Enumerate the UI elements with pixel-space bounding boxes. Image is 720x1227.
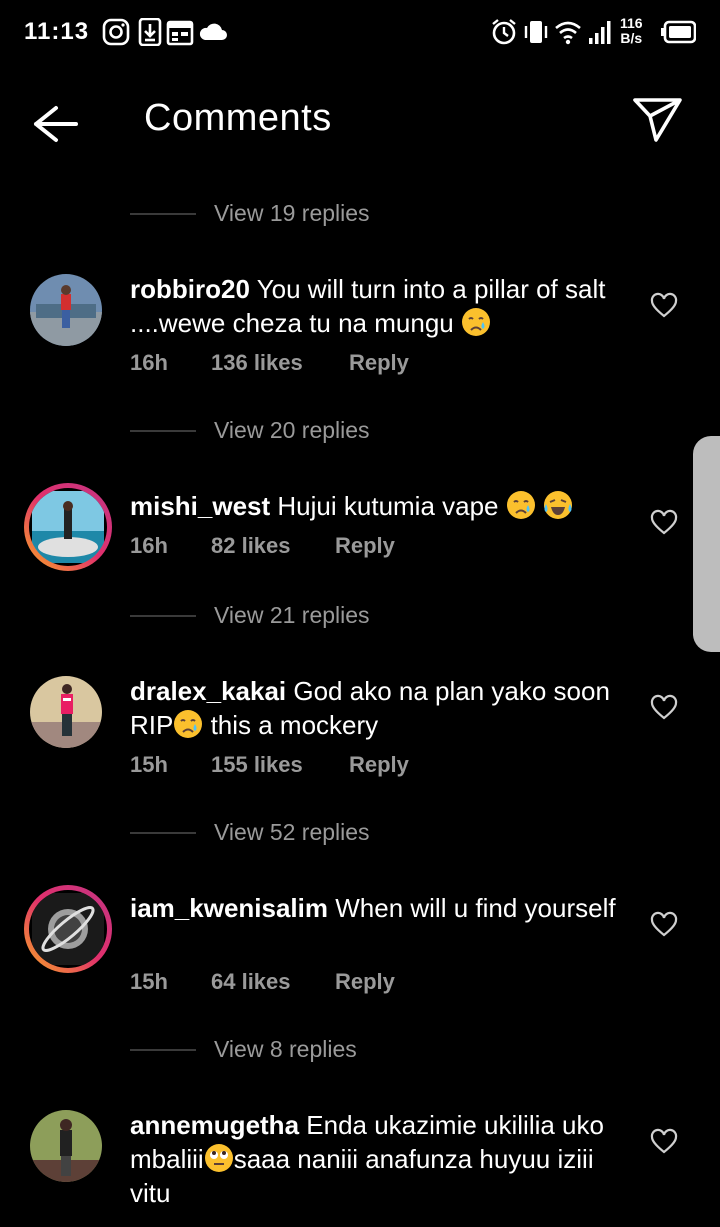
avatar-story-ring[interactable]	[24, 483, 112, 571]
comment-time: 16h	[130, 350, 168, 375]
comment-likes[interactable]: 64 likes	[211, 969, 291, 995]
network-speed-value: 116	[620, 15, 643, 31]
divider-line	[130, 832, 196, 834]
network-speed: 116 B/s	[620, 16, 643, 46]
send-icon[interactable]	[630, 94, 686, 146]
avatar[interactable]	[30, 274, 106, 350]
comment-text: mishi_west Hujui kutumia vape	[130, 489, 630, 523]
comment-username[interactable]: iam_kwenisalim	[130, 893, 328, 923]
view-replies-label: View 8 replies	[214, 1036, 357, 1062]
comment-body-continued: this a mockery	[203, 710, 379, 740]
status-time: 11:13	[24, 18, 90, 45]
crying-face-emoji	[461, 308, 490, 336]
comment-text: iam_kwenisalim When will u find yourself	[130, 891, 630, 925]
comment-text: dralex_kakai God ako na plan yako soon R…	[130, 674, 630, 742]
page-title: Comments	[144, 97, 332, 139]
view-replies-button[interactable]: View 21 replies	[130, 596, 550, 636]
view-replies-label: View 52 replies	[214, 819, 370, 845]
divider-line	[130, 430, 196, 432]
avatar-image	[29, 488, 107, 566]
scroll-handle[interactable]	[693, 436, 720, 652]
comment-username[interactable]: dralex_kakai	[130, 676, 286, 706]
vibrate-icon	[524, 21, 548, 43]
comment-likes[interactable]: 82 likes	[211, 533, 291, 559]
heart-icon[interactable]	[650, 509, 678, 537]
wifi-icon	[555, 21, 581, 45]
signal-icon	[589, 21, 611, 44]
calendar-icon	[166, 20, 194, 46]
comment-username[interactable]: robbiro20	[130, 274, 250, 304]
divider-line	[130, 1049, 196, 1051]
heart-icon[interactable]	[650, 911, 678, 939]
comment-username[interactable]: mishi_west	[130, 491, 270, 521]
avatar-image	[30, 1110, 102, 1182]
avatar-image	[30, 676, 102, 748]
alarm-icon	[492, 19, 516, 45]
crying-face-emoji	[174, 710, 203, 738]
heart-icon[interactable]	[650, 694, 678, 722]
comment-text: robbiro20 You will turn into a pillar of…	[130, 272, 630, 340]
divider-line	[130, 615, 196, 617]
avatar-image	[29, 890, 107, 968]
comment-time: 15h	[130, 752, 168, 777]
reply-button[interactable]: Reply	[349, 752, 409, 778]
view-replies-label: View 21 replies	[214, 602, 370, 628]
back-arrow-icon[interactable]	[26, 100, 82, 148]
view-replies-button[interactable]: View 8 replies	[130, 1030, 550, 1070]
crying-face-emoji	[506, 491, 535, 519]
avatar-image	[30, 274, 102, 346]
reply-button[interactable]: Reply	[335, 969, 395, 995]
eye-roll-face-emoji	[204, 1144, 233, 1172]
header: Comments	[0, 70, 720, 170]
status-bar: 11:13 116 B/s	[0, 0, 720, 64]
comment-time: 15h	[130, 969, 168, 994]
comment-likes[interactable]: 136 likes	[211, 350, 303, 376]
heart-icon[interactable]	[650, 1128, 678, 1156]
download-icon	[138, 18, 162, 46]
reply-button[interactable]: Reply	[335, 533, 395, 559]
comment-body: When will u find yourself	[335, 893, 616, 923]
battery-icon	[661, 20, 696, 44]
avatar[interactable]	[30, 1110, 106, 1186]
avatar[interactable]	[30, 676, 106, 752]
laughing-crying-face-emoji	[544, 491, 572, 519]
divider-line	[130, 213, 196, 215]
heart-icon[interactable]	[650, 292, 678, 320]
view-replies-button[interactable]: View 52 replies	[130, 813, 550, 853]
view-replies-label: View 19 replies	[214, 200, 370, 226]
comment-username[interactable]: annemugetha	[130, 1110, 299, 1140]
comment-text: annemugetha Enda ukazimie ukililia uko m…	[130, 1108, 630, 1210]
avatar-story-ring[interactable]	[24, 885, 112, 973]
view-replies-label: View 20 replies	[214, 417, 370, 443]
reply-button[interactable]: Reply	[349, 350, 409, 376]
comment-time: 16h	[130, 533, 168, 558]
comment-body: Hujui kutumia vape	[277, 491, 499, 521]
comment-likes[interactable]: 155 likes	[211, 752, 303, 778]
network-speed-unit: B/s	[620, 30, 643, 46]
view-replies-button[interactable]: View 19 replies	[130, 194, 550, 234]
view-replies-button[interactable]: View 20 replies	[130, 411, 550, 451]
instagram-icon	[102, 18, 130, 46]
cloud-icon	[199, 23, 227, 40]
